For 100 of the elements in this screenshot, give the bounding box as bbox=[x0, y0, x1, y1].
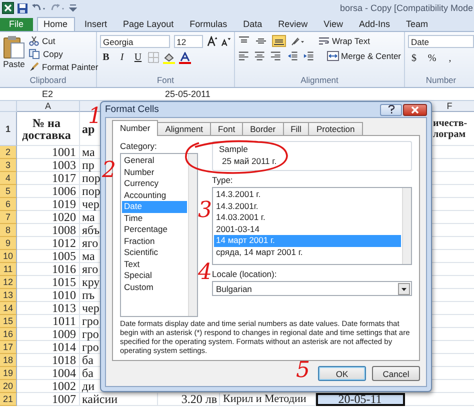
row-header[interactable]: 5 bbox=[0, 185, 17, 198]
table-cell: 1012 bbox=[52, 237, 76, 249]
row-header[interactable]: 7 bbox=[0, 211, 17, 224]
type-item[interactable]: 14.3.2001 г. bbox=[214, 189, 401, 200]
copy-button[interactable]: Copy bbox=[29, 48, 98, 60]
scrollbar[interactable] bbox=[402, 188, 411, 264]
row-header[interactable]: 3 bbox=[0, 159, 17, 172]
row-header[interactable]: 18 bbox=[0, 354, 17, 367]
ribbon-tab[interactable]: Home bbox=[36, 17, 75, 31]
fill-color-icon[interactable] bbox=[163, 52, 175, 64]
row-header[interactable]: 21 bbox=[0, 393, 17, 406]
column-header[interactable]: A bbox=[17, 101, 80, 112]
italic-button[interactable]: I bbox=[116, 51, 128, 64]
decrease-indent-icon[interactable] bbox=[286, 51, 298, 61]
ribbon-tab[interactable]: Team bbox=[400, 18, 434, 31]
category-item[interactable]: Number bbox=[122, 166, 187, 178]
font-name-field[interactable]: Georgia bbox=[100, 35, 170, 48]
dialog-tab[interactable]: Number bbox=[112, 120, 158, 136]
row-header[interactable]: 20 bbox=[0, 380, 17, 393]
percent-button[interactable]: % bbox=[426, 52, 438, 65]
shrink-font-icon[interactable] bbox=[221, 36, 232, 46]
save-icon[interactable] bbox=[17, 2, 28, 14]
category-item[interactable]: Scientific bbox=[122, 247, 187, 258]
row-header[interactable]: 8 bbox=[0, 224, 17, 237]
category-item[interactable]: Currency bbox=[122, 178, 187, 190]
ribbon-tab[interactable]: View bbox=[318, 18, 349, 31]
row-header[interactable]: 15 bbox=[0, 315, 17, 328]
align-bottom-icon[interactable] bbox=[272, 35, 286, 47]
grow-font-icon[interactable] bbox=[206, 36, 218, 47]
close-button[interactable] bbox=[403, 104, 427, 116]
dialog-tab[interactable]: Protection bbox=[308, 122, 363, 136]
align-right-icon[interactable] bbox=[270, 51, 282, 61]
dialog-tab[interactable]: Border bbox=[242, 122, 284, 136]
dialog-button[interactable]: OK bbox=[318, 366, 366, 381]
row-header[interactable]: 14 bbox=[0, 302, 17, 315]
row-header[interactable]: 19 bbox=[0, 367, 17, 380]
row-header[interactable]: 16 bbox=[0, 328, 17, 341]
formula-field[interactable]: 25-05-2011 bbox=[165, 89, 210, 99]
help-icon bbox=[388, 105, 394, 114]
excel-icon[interactable] bbox=[2, 2, 14, 14]
wrap-text-button[interactable]: Wrap Text bbox=[318, 36, 370, 46]
category-item[interactable]: Percentage bbox=[122, 224, 187, 236]
undo-icon[interactable] bbox=[31, 3, 47, 13]
table-cell: гро bbox=[82, 328, 99, 340]
category-item[interactable]: Fraction bbox=[122, 236, 187, 247]
type-item[interactable]: 14.3.2001г. bbox=[214, 200, 401, 212]
row-header[interactable]: 17 bbox=[0, 341, 17, 354]
table-cell: гро bbox=[82, 341, 99, 353]
row-header[interactable]: 10 bbox=[0, 250, 17, 263]
dialog-button[interactable]: Cancel bbox=[372, 366, 420, 381]
ribbon-tab[interactable]: Data bbox=[237, 18, 268, 31]
ribbon-tab[interactable]: Add-Ins bbox=[353, 18, 396, 31]
category-item[interactable]: General bbox=[122, 155, 187, 166]
number-format-field[interactable]: Date bbox=[408, 35, 474, 48]
align-middle-icon[interactable] bbox=[255, 36, 267, 46]
underline-button[interactable]: U bbox=[132, 51, 144, 64]
annotation-number: 2 bbox=[102, 160, 116, 182]
font-color-icon[interactable] bbox=[179, 52, 191, 64]
category-item[interactable]: Accounting bbox=[122, 190, 187, 201]
locale-dropdown[interactable]: Bulgarian bbox=[212, 281, 412, 296]
category-item[interactable]: Special bbox=[122, 270, 187, 282]
category-item[interactable]: Time bbox=[122, 212, 187, 224]
row-header[interactable]: 6 bbox=[0, 198, 17, 211]
bold-button[interactable]: B bbox=[100, 51, 112, 64]
ribbon-tab[interactable]: Formulas bbox=[184, 18, 234, 31]
type-item[interactable]: сряда, 14 март 2001 г. bbox=[214, 246, 401, 258]
comma-style-button[interactable]: , bbox=[444, 52, 456, 65]
row-header[interactable]: 12 bbox=[0, 276, 17, 289]
font-size-field[interactable]: 12 bbox=[174, 35, 203, 48]
active-cell[interactable]: 20-05-11 bbox=[316, 393, 405, 406]
type-item[interactable]: 2001-03-14 bbox=[214, 224, 401, 235]
ribbon-tab[interactable]: Review bbox=[272, 18, 314, 31]
ribbon-tab[interactable]: Page Layout bbox=[117, 18, 180, 31]
row-header[interactable]: 11 bbox=[0, 263, 17, 276]
merge-center-button[interactable]: Merge & Center bbox=[327, 51, 402, 61]
align-center-icon[interactable] bbox=[254, 51, 266, 61]
paste-button[interactable]: Paste bbox=[3, 35, 25, 73]
customize-toolbar-icon[interactable] bbox=[69, 3, 77, 13]
row-header[interactable]: 2 bbox=[0, 146, 17, 159]
align-left-icon[interactable] bbox=[238, 51, 250, 61]
scrollbar[interactable] bbox=[188, 154, 197, 316]
row-header[interactable]: 13 bbox=[0, 289, 17, 302]
format-painter-button[interactable]: Format Painter bbox=[29, 61, 98, 73]
increase-indent-icon[interactable] bbox=[302, 51, 314, 61]
dialog-tab[interactable]: Font bbox=[210, 122, 244, 136]
category-item[interactable]: Text bbox=[122, 258, 187, 270]
currency-button[interactable]: $ bbox=[408, 52, 420, 65]
row-header[interactable]: 1 bbox=[0, 112, 17, 146]
help-button[interactable] bbox=[380, 104, 402, 116]
cut-button[interactable]: Cut bbox=[29, 35, 98, 47]
type-item[interactable]: 14.03.2001 г. bbox=[214, 212, 401, 224]
ribbon-tab[interactable]: Insert bbox=[78, 18, 114, 31]
ribbon-tab[interactable]: File bbox=[0, 18, 33, 31]
row-header[interactable]: 9 bbox=[0, 237, 17, 250]
table-cell: 1018 bbox=[52, 354, 76, 366]
table-cell: 1010 bbox=[52, 289, 76, 301]
category-item[interactable]: Custom bbox=[122, 282, 187, 293]
name-box[interactable]: E2 bbox=[0, 89, 95, 99]
row-header[interactable]: 4 bbox=[0, 172, 17, 185]
borders-icon[interactable] bbox=[148, 52, 159, 63]
